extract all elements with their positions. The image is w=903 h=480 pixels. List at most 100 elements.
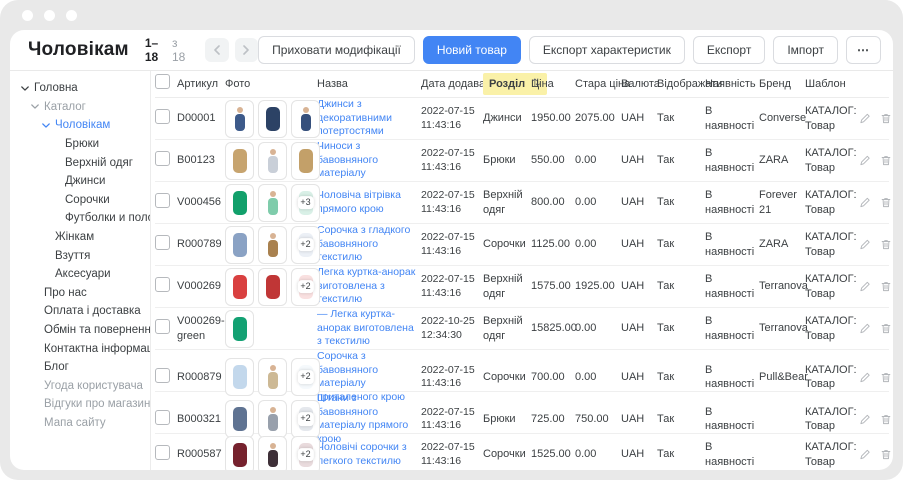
delete-icon[interactable] [880,112,892,125]
col-display[interactable]: Відображати [657,77,705,91]
product-photo[interactable] [258,268,287,306]
export-characteristics-button[interactable]: Експорт характеристик [529,36,685,64]
col-name[interactable]: Назва [317,77,421,91]
col-date-added[interactable]: Дата додавання [421,77,483,91]
product-photo[interactable] [225,226,254,264]
col-template[interactable]: Шаблон [805,77,859,91]
delete-icon[interactable] [880,413,892,426]
next-page-button[interactable] [235,38,258,62]
sidebar-item-user-agreement[interactable]: Угода користувача [10,377,150,396]
row-checkbox[interactable] [155,277,170,292]
product-photo[interactable] [225,358,254,396]
prev-page-button[interactable] [205,38,228,62]
sidebar-item-women[interactable]: Жінкам [10,228,150,247]
more-photos-badge[interactable]: +2 [291,436,320,471]
col-brand[interactable]: Бренд [759,77,805,91]
sidebar-item-home[interactable]: Головна [10,79,150,98]
product-name-link[interactable]: Легка куртка-анорак виготовлена з тексти… [317,266,416,307]
more-actions-button[interactable]: ⋯ [846,36,881,64]
product-name-link[interactable]: Штани з бавовняного матеріалу прямого кр… [317,392,416,447]
product-photo[interactable] [258,142,287,180]
row-checkbox[interactable] [155,410,170,425]
product-photo[interactable] [225,184,254,222]
delete-icon[interactable] [880,280,892,293]
sidebar-item-shirts[interactable]: Сорочки [10,191,150,210]
product-name-link[interactable]: Джинси з декоративними потертостями [317,98,416,139]
product-photo[interactable] [258,436,287,471]
product-name-link[interactable]: Чоловіча вітрівка прямого крою [317,189,416,216]
sidebar-item-sitemap[interactable]: Мапа сайту [10,414,150,433]
delete-icon[interactable] [880,238,892,251]
import-button[interactable]: Імпорт [773,36,838,64]
product-photo[interactable] [258,358,287,396]
product-photo[interactable] [258,226,287,264]
edit-icon[interactable] [859,196,871,209]
delete-icon[interactable] [880,448,892,461]
new-product-button[interactable]: Новий товар [423,36,521,64]
product-photo[interactable] [258,400,287,438]
row-checkbox[interactable] [155,235,170,250]
row-checkbox[interactable] [155,368,170,383]
edit-icon[interactable] [859,238,871,251]
select-all-checkbox[interactable] [155,74,170,89]
sidebar-item-contact-info[interactable]: Контактна інформація [10,339,150,358]
row-checkbox[interactable] [155,109,170,124]
product-photo[interactable] [291,100,320,138]
product-photo[interactable] [225,310,254,348]
row-checkbox[interactable] [155,193,170,208]
more-photos-badge[interactable]: +3 [291,184,320,222]
row-checkbox[interactable] [155,319,170,334]
col-section[interactable]: Розділ⇅ [483,73,531,95]
product-photo[interactable] [225,268,254,306]
product-photo[interactable] [258,184,287,222]
product-name-link[interactable]: — Легка куртка-анорак виготовлена з текс… [317,308,416,349]
col-sku[interactable]: Артикул [177,77,225,91]
edit-icon[interactable] [859,413,871,426]
sidebar-item-shoes[interactable]: Взуття [10,246,150,265]
product-photo[interactable] [291,142,320,180]
col-old-price[interactable]: Стара ціна [575,77,621,91]
product-photo[interactable] [225,436,254,471]
delete-icon[interactable] [880,196,892,209]
row-checkbox[interactable] [155,151,170,166]
export-button[interactable]: Експорт [693,36,765,64]
sidebar-item-trousers[interactable]: Брюки [10,135,150,154]
col-currency[interactable]: Валюта [621,77,657,91]
sidebar-item-men[interactable]: Чоловікам [10,116,150,135]
sidebar-item-payment-delivery[interactable]: Оплата і доставка [10,302,150,321]
product-photo[interactable] [258,100,287,138]
delete-icon[interactable] [880,154,892,167]
col-photo[interactable]: Фото [225,77,317,91]
hide-modifications-button[interactable]: Приховати модифікації [258,36,415,64]
edit-icon[interactable] [859,280,871,293]
col-availability[interactable]: Наявність [705,77,759,91]
more-photos-badge[interactable]: +2 [291,400,320,438]
sidebar-item-catalog[interactable]: Каталог [10,98,150,117]
delete-icon[interactable] [880,322,892,335]
edit-icon[interactable] [859,154,871,167]
sidebar-item-jeans[interactable]: Джинси [10,172,150,191]
more-photos-badge[interactable]: +2 [291,358,320,396]
edit-icon[interactable] [859,371,871,384]
sidebar-item-outerwear[interactable]: Верхній одяг [10,153,150,172]
sidebar-item-accessories[interactable]: Аксесуари [10,265,150,284]
edit-icon[interactable] [859,112,871,125]
more-photos-badge[interactable]: +2 [291,268,320,306]
product-name-link[interactable]: Чоловічі сорочки з легкого текстилю [317,441,416,468]
edit-icon[interactable] [859,448,871,461]
col-price[interactable]: Ціна [531,77,575,91]
product-name-link[interactable]: Сорочка з гладкого бавовняного текстилю [317,224,416,265]
sidebar-item-about-us[interactable]: Про нас [10,284,150,303]
sidebar-item-exchange-returns[interactable]: Обмін та повернення [10,321,150,340]
sidebar-item-tshirts-polo[interactable]: Футболки и поло [10,209,150,228]
edit-icon[interactable] [859,322,871,335]
product-photo[interactable] [225,142,254,180]
row-checkbox[interactable] [155,445,170,460]
product-photo[interactable] [225,400,254,438]
delete-icon[interactable] [880,371,892,384]
more-photos-badge[interactable]: +2 [291,226,320,264]
sidebar-item-blog[interactable]: Блог [10,358,150,377]
sidebar-item-store-reviews[interactable]: Відгуки про магазин [10,395,150,414]
product-photo[interactable] [225,100,254,138]
product-name-link[interactable]: Чиноси з бавовняного матеріалу [317,140,416,181]
